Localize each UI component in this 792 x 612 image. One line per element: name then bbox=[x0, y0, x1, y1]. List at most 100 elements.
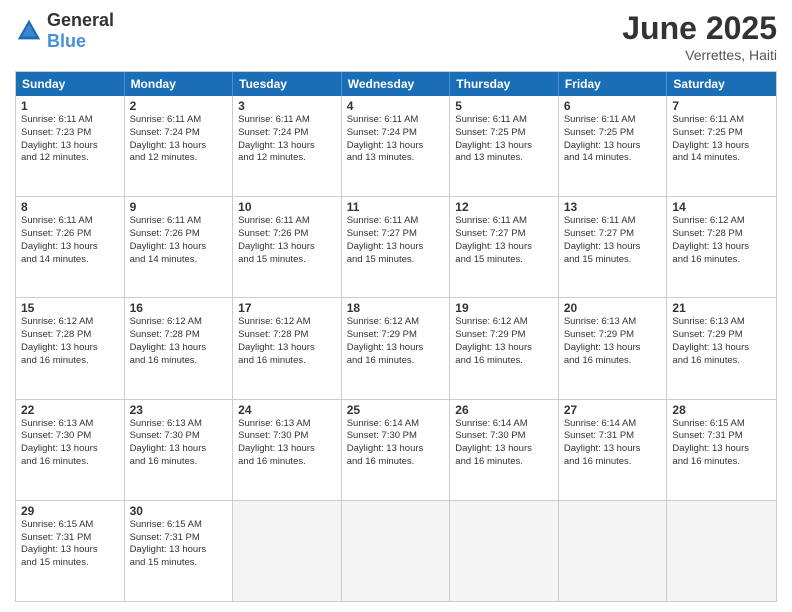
cell-jun27: 27 Sunrise: 6:14 AMSunset: 7:31 PMDaylig… bbox=[559, 400, 668, 500]
day-num-1: 1 bbox=[21, 99, 119, 113]
day-info-29: Sunrise: 6:15 AMSunset: 7:31 PMDaylight:… bbox=[21, 519, 119, 570]
day-info-2: Sunrise: 6:11 AMSunset: 7:24 PMDaylight:… bbox=[130, 114, 228, 165]
day-num-3: 3 bbox=[238, 99, 336, 113]
day-info-13: Sunrise: 6:11 AMSunset: 7:27 PMDaylight:… bbox=[564, 215, 662, 266]
cell-jun24: 24 Sunrise: 6:13 AMSunset: 7:30 PMDaylig… bbox=[233, 400, 342, 500]
cell-jun17: 17 Sunrise: 6:12 AMSunset: 7:28 PMDaylig… bbox=[233, 298, 342, 398]
cell-empty-4 bbox=[559, 501, 668, 601]
day-num-22: 22 bbox=[21, 403, 119, 417]
day-info-17: Sunrise: 6:12 AMSunset: 7:28 PMDaylight:… bbox=[238, 316, 336, 367]
day-num-25: 25 bbox=[347, 403, 445, 417]
cell-jun20: 20 Sunrise: 6:13 AMSunset: 7:29 PMDaylig… bbox=[559, 298, 668, 398]
calendar-body: 1 Sunrise: 6:11 AMSunset: 7:23 PMDayligh… bbox=[16, 96, 776, 601]
cell-jun12: 12 Sunrise: 6:11 AMSunset: 7:27 PMDaylig… bbox=[450, 197, 559, 297]
title-area: June 2025 Verrettes, Haiti bbox=[622, 10, 777, 63]
day-info-26: Sunrise: 6:14 AMSunset: 7:30 PMDaylight:… bbox=[455, 418, 553, 469]
cal-row-1: 1 Sunrise: 6:11 AMSunset: 7:23 PMDayligh… bbox=[16, 96, 776, 196]
day-info-21: Sunrise: 6:13 AMSunset: 7:29 PMDaylight:… bbox=[672, 316, 771, 367]
cell-jun15: 15 Sunrise: 6:12 AMSunset: 7:28 PMDaylig… bbox=[16, 298, 125, 398]
day-info-3: Sunrise: 6:11 AMSunset: 7:24 PMDaylight:… bbox=[238, 114, 336, 165]
day-info-25: Sunrise: 6:14 AMSunset: 7:30 PMDaylight:… bbox=[347, 418, 445, 469]
day-num-23: 23 bbox=[130, 403, 228, 417]
day-info-14: Sunrise: 6:12 AMSunset: 7:28 PMDaylight:… bbox=[672, 215, 771, 266]
cell-jun1: 1 Sunrise: 6:11 AMSunset: 7:23 PMDayligh… bbox=[16, 96, 125, 196]
header-friday: Friday bbox=[559, 72, 668, 96]
day-num-28: 28 bbox=[672, 403, 771, 417]
day-info-30: Sunrise: 6:15 AMSunset: 7:31 PMDaylight:… bbox=[130, 519, 228, 570]
cell-jun25: 25 Sunrise: 6:14 AMSunset: 7:30 PMDaylig… bbox=[342, 400, 451, 500]
header-saturday: Saturday bbox=[667, 72, 776, 96]
cell-jun5: 5 Sunrise: 6:11 AMSunset: 7:25 PMDayligh… bbox=[450, 96, 559, 196]
cell-jun10: 10 Sunrise: 6:11 AMSunset: 7:26 PMDaylig… bbox=[233, 197, 342, 297]
day-info-24: Sunrise: 6:13 AMSunset: 7:30 PMDaylight:… bbox=[238, 418, 336, 469]
day-num-26: 26 bbox=[455, 403, 553, 417]
cal-row-4: 22 Sunrise: 6:13 AMSunset: 7:30 PMDaylig… bbox=[16, 399, 776, 500]
day-info-4: Sunrise: 6:11 AMSunset: 7:24 PMDaylight:… bbox=[347, 114, 445, 165]
day-num-17: 17 bbox=[238, 301, 336, 315]
cell-empty-5 bbox=[667, 501, 776, 601]
day-info-16: Sunrise: 6:12 AMSunset: 7:28 PMDaylight:… bbox=[130, 316, 228, 367]
day-num-6: 6 bbox=[564, 99, 662, 113]
day-info-22: Sunrise: 6:13 AMSunset: 7:30 PMDaylight:… bbox=[21, 418, 119, 469]
cell-jun28: 28 Sunrise: 6:15 AMSunset: 7:31 PMDaylig… bbox=[667, 400, 776, 500]
day-num-20: 20 bbox=[564, 301, 662, 315]
day-num-7: 7 bbox=[672, 99, 771, 113]
header-wednesday: Wednesday bbox=[342, 72, 451, 96]
cell-jun2: 2 Sunrise: 6:11 AMSunset: 7:24 PMDayligh… bbox=[125, 96, 234, 196]
logo-general: General bbox=[47, 10, 114, 30]
day-info-7: Sunrise: 6:11 AMSunset: 7:25 PMDaylight:… bbox=[672, 114, 771, 165]
day-num-13: 13 bbox=[564, 200, 662, 214]
cell-jun4: 4 Sunrise: 6:11 AMSunset: 7:24 PMDayligh… bbox=[342, 96, 451, 196]
month-title: June 2025 bbox=[622, 10, 777, 47]
day-num-4: 4 bbox=[347, 99, 445, 113]
day-num-10: 10 bbox=[238, 200, 336, 214]
day-num-9: 9 bbox=[130, 200, 228, 214]
cell-empty-3 bbox=[450, 501, 559, 601]
cell-jun6: 6 Sunrise: 6:11 AMSunset: 7:25 PMDayligh… bbox=[559, 96, 668, 196]
header-monday: Monday bbox=[125, 72, 234, 96]
logo-icon bbox=[15, 17, 43, 45]
day-info-11: Sunrise: 6:11 AMSunset: 7:27 PMDaylight:… bbox=[347, 215, 445, 266]
cell-jun9: 9 Sunrise: 6:11 AMSunset: 7:26 PMDayligh… bbox=[125, 197, 234, 297]
day-num-18: 18 bbox=[347, 301, 445, 315]
cell-jun22: 22 Sunrise: 6:13 AMSunset: 7:30 PMDaylig… bbox=[16, 400, 125, 500]
day-info-23: Sunrise: 6:13 AMSunset: 7:30 PMDaylight:… bbox=[130, 418, 228, 469]
day-num-12: 12 bbox=[455, 200, 553, 214]
cell-jun16: 16 Sunrise: 6:12 AMSunset: 7:28 PMDaylig… bbox=[125, 298, 234, 398]
cell-jun26: 26 Sunrise: 6:14 AMSunset: 7:30 PMDaylig… bbox=[450, 400, 559, 500]
day-num-5: 5 bbox=[455, 99, 553, 113]
cell-jun3: 3 Sunrise: 6:11 AMSunset: 7:24 PMDayligh… bbox=[233, 96, 342, 196]
cell-jun7: 7 Sunrise: 6:11 AMSunset: 7:25 PMDayligh… bbox=[667, 96, 776, 196]
cell-jun30: 30 Sunrise: 6:15 AMSunset: 7:31 PMDaylig… bbox=[125, 501, 234, 601]
header-sunday: Sunday bbox=[16, 72, 125, 96]
cell-jun19: 19 Sunrise: 6:12 AMSunset: 7:29 PMDaylig… bbox=[450, 298, 559, 398]
day-info-9: Sunrise: 6:11 AMSunset: 7:26 PMDaylight:… bbox=[130, 215, 228, 266]
day-num-15: 15 bbox=[21, 301, 119, 315]
cal-row-2: 8 Sunrise: 6:11 AMSunset: 7:26 PMDayligh… bbox=[16, 196, 776, 297]
cell-empty-1 bbox=[233, 501, 342, 601]
cell-jun13: 13 Sunrise: 6:11 AMSunset: 7:27 PMDaylig… bbox=[559, 197, 668, 297]
day-info-15: Sunrise: 6:12 AMSunset: 7:28 PMDaylight:… bbox=[21, 316, 119, 367]
cell-jun8: 8 Sunrise: 6:11 AMSunset: 7:26 PMDayligh… bbox=[16, 197, 125, 297]
calendar: Sunday Monday Tuesday Wednesday Thursday… bbox=[15, 71, 777, 602]
page: General Blue June 2025 Verrettes, Haiti … bbox=[0, 0, 792, 612]
day-info-1: Sunrise: 6:11 AMSunset: 7:23 PMDaylight:… bbox=[21, 114, 119, 165]
cal-row-3: 15 Sunrise: 6:12 AMSunset: 7:28 PMDaylig… bbox=[16, 297, 776, 398]
day-info-27: Sunrise: 6:14 AMSunset: 7:31 PMDaylight:… bbox=[564, 418, 662, 469]
cell-empty-2 bbox=[342, 501, 451, 601]
day-info-18: Sunrise: 6:12 AMSunset: 7:29 PMDaylight:… bbox=[347, 316, 445, 367]
day-info-19: Sunrise: 6:12 AMSunset: 7:29 PMDaylight:… bbox=[455, 316, 553, 367]
day-num-27: 27 bbox=[564, 403, 662, 417]
location-subtitle: Verrettes, Haiti bbox=[622, 47, 777, 63]
day-info-20: Sunrise: 6:13 AMSunset: 7:29 PMDaylight:… bbox=[564, 316, 662, 367]
day-num-2: 2 bbox=[130, 99, 228, 113]
header-thursday: Thursday bbox=[450, 72, 559, 96]
cell-jun18: 18 Sunrise: 6:12 AMSunset: 7:29 PMDaylig… bbox=[342, 298, 451, 398]
logo: General Blue bbox=[15, 10, 114, 52]
cell-jun14: 14 Sunrise: 6:12 AMSunset: 7:28 PMDaylig… bbox=[667, 197, 776, 297]
logo-text: General Blue bbox=[47, 10, 114, 52]
day-num-29: 29 bbox=[21, 504, 119, 518]
day-num-8: 8 bbox=[21, 200, 119, 214]
cell-jun11: 11 Sunrise: 6:11 AMSunset: 7:27 PMDaylig… bbox=[342, 197, 451, 297]
day-num-21: 21 bbox=[672, 301, 771, 315]
